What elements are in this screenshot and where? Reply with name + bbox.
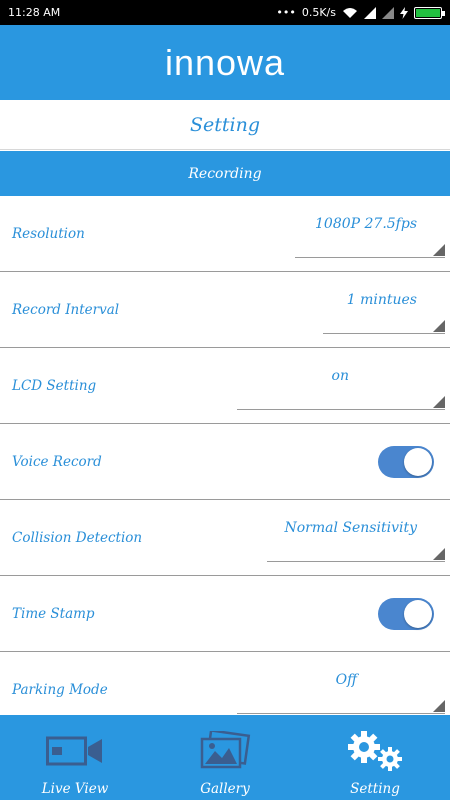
dropdown-arrow-icon <box>433 548 445 560</box>
dropdown-value: Normal Sensitivity <box>284 520 417 536</box>
lcd-setting-dropdown[interactable]: on <box>237 364 445 410</box>
bottom-nav: Live View Gallery Setting <box>0 715 450 800</box>
setting-label: LCD Setting <box>12 377 97 394</box>
app-bar: innowa <box>0 25 450 100</box>
signal-icon <box>382 6 394 19</box>
more-icon: ••• <box>276 6 296 19</box>
voice-record-toggle[interactable] <box>378 445 434 478</box>
status-bar: 11:28 AM ••• 0.5K/s <box>0 0 450 25</box>
nav-label: Gallery <box>200 781 250 797</box>
gallery-icon <box>199 729 251 773</box>
setting-row-collision-detection: Collision Detection Normal Sensitivity <box>0 500 450 576</box>
dropdown-value: Off <box>335 672 357 688</box>
nav-item-live-view[interactable]: Live View <box>0 715 150 800</box>
parking-mode-dropdown[interactable]: Off <box>237 668 445 714</box>
gears-icon <box>344 729 406 773</box>
setting-row-voice-record: Voice Record <box>0 424 450 500</box>
page-title-bar: Setting <box>0 100 450 150</box>
resolution-dropdown[interactable]: 1080P 27.5fps <box>295 212 445 258</box>
nav-item-setting[interactable]: Setting <box>300 715 450 800</box>
signal-icon <box>364 6 376 19</box>
dropdown-value: 1 mintues <box>346 292 417 308</box>
dropdown-value: on <box>331 368 349 384</box>
settings-list: Resolution 1080P 27.5fps Record Interval… <box>0 196 450 728</box>
time-stamp-toggle[interactable] <box>378 597 434 630</box>
setting-row-record-interval: Record Interval 1 mintues <box>0 272 450 348</box>
section-header-recording: Recording <box>0 151 450 196</box>
setting-label: Time Stamp <box>12 605 95 622</box>
dropdown-arrow-icon <box>433 396 445 408</box>
setting-label: Collision Detection <box>12 529 143 546</box>
toggle-knob <box>404 447 432 476</box>
setting-label: Record Interval <box>12 301 120 318</box>
setting-label: Parking Mode <box>12 682 108 698</box>
charging-icon <box>400 6 408 19</box>
status-time: 11:28 AM <box>8 6 61 19</box>
section-title: Recording <box>188 165 262 182</box>
network-speed: 0.5K/s <box>301 6 336 19</box>
dropdown-value: 1080P 27.5fps <box>315 216 417 232</box>
dropdown-arrow-icon <box>433 320 445 332</box>
setting-label: Resolution <box>12 225 85 242</box>
battery-icon <box>414 6 445 19</box>
video-camera-icon <box>46 729 104 773</box>
record-interval-dropdown[interactable]: 1 mintues <box>323 288 445 334</box>
app-logo: innowa <box>164 41 286 83</box>
toggle-knob <box>404 599 432 628</box>
nav-label: Setting <box>350 781 400 797</box>
page-title: Setting <box>189 113 260 136</box>
status-icons: ••• 0.5K/s <box>276 6 445 19</box>
dropdown-arrow-icon <box>433 700 445 712</box>
setting-row-lcd-setting: LCD Setting on <box>0 348 450 424</box>
collision-detection-dropdown[interactable]: Normal Sensitivity <box>267 516 445 562</box>
setting-row-resolution: Resolution 1080P 27.5fps <box>0 196 450 272</box>
nav-label: Live View <box>41 781 109 797</box>
setting-row-time-stamp: Time Stamp <box>0 576 450 652</box>
wifi-icon <box>343 7 357 18</box>
setting-label: Voice Record <box>12 453 102 470</box>
nav-item-gallery[interactable]: Gallery <box>150 715 300 800</box>
dropdown-arrow-icon <box>433 244 445 256</box>
